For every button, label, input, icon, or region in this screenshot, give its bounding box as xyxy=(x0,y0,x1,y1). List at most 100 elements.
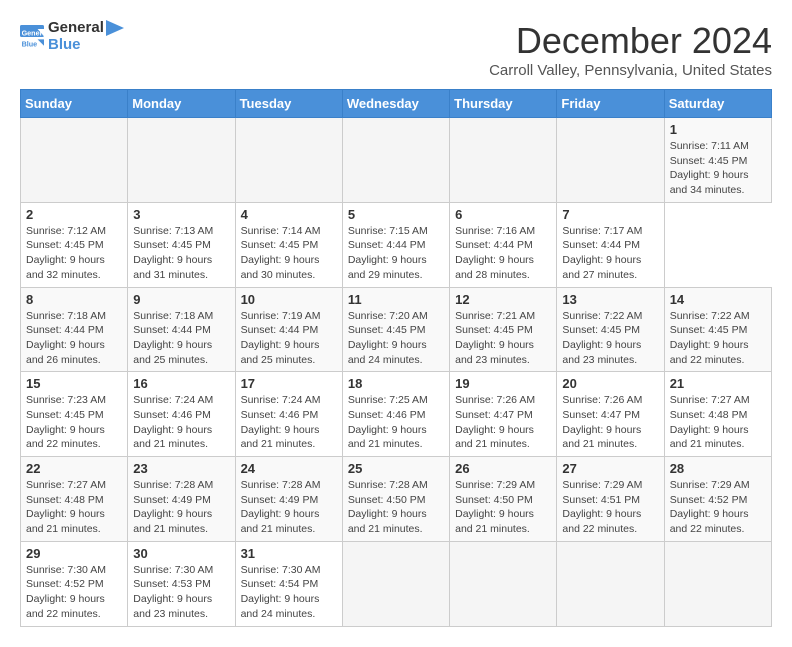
calendar-day-9: 9 Sunrise: 7:18 AMSunset: 4:44 PMDaylight… xyxy=(128,287,235,372)
calendar-day-13: 13 Sunrise: 7:22 AMSunset: 4:45 PMDayligh… xyxy=(557,287,664,372)
day-number: 26 xyxy=(455,461,551,476)
calendar-week-5: 22Sunrise: 7:27 AMSunset: 4:48 PMDayligh… xyxy=(21,457,772,542)
empty-cell xyxy=(128,118,235,203)
weekday-header-tuesday: Tuesday xyxy=(235,90,342,118)
day-number: 29 xyxy=(26,546,122,561)
empty-cell xyxy=(21,118,128,203)
month-title: December 2024 xyxy=(489,20,772,62)
day-detail: Sunrise: 7:17 AMSunset: 4:44 PMDaylight:… xyxy=(562,224,658,283)
calendar-day-27: 27Sunrise: 7:29 AMSunset: 4:51 PMDayligh… xyxy=(557,457,664,542)
day-number: 17 xyxy=(241,376,337,391)
day-number: 3 xyxy=(133,207,229,222)
calendar-day-2: 2Sunrise: 7:12 AMSunset: 4:45 PMDaylight… xyxy=(21,202,128,287)
day-number: 28 xyxy=(670,461,766,476)
day-detail: Sunrise: 7:22 AMSunset: 4:45 PMDaylight:… xyxy=(670,309,766,368)
day-number: 18 xyxy=(348,376,444,391)
day-detail: Sunrise: 7:29 AMSunset: 4:52 PMDaylight:… xyxy=(670,478,766,537)
svg-text:General: General xyxy=(22,28,44,37)
weekday-header-wednesday: Wednesday xyxy=(342,90,449,118)
day-detail: Sunrise: 7:21 AMSunset: 4:45 PMDaylight:… xyxy=(455,309,551,368)
calendar-day-3: 3 Sunrise: 7:13 AMSunset: 4:45 PMDaylight… xyxy=(128,202,235,287)
calendar-day-7: 7Sunrise: 7:17 AMSunset: 4:44 PMDaylight… xyxy=(557,202,664,287)
day-detail: Sunrise: 7:26 AMSunset: 4:47 PMDaylight:… xyxy=(455,393,551,452)
weekday-header-friday: Friday xyxy=(557,90,664,118)
day-number: 6 xyxy=(455,207,551,222)
day-detail: Sunrise: 7:18 AMSunset: 4:44 PMDaylight:… xyxy=(133,309,229,368)
calendar-day-28: 28 Sunrise: 7:29 AMSunset: 4:52 PMDayligh… xyxy=(664,457,771,542)
day-number: 10 xyxy=(241,292,337,307)
page-header: General Blue General Blue December 2024 … xyxy=(20,20,772,79)
day-detail: Sunrise: 7:29 AMSunset: 4:50 PMDaylight:… xyxy=(455,478,551,537)
day-detail: Sunrise: 7:15 AMSunset: 4:44 PMDaylight:… xyxy=(348,224,444,283)
logo-general-text: General xyxy=(48,19,104,36)
calendar-day-14: 14 Sunrise: 7:22 AMSunset: 4:45 PMDayligh… xyxy=(664,287,771,372)
day-number: 24 xyxy=(241,461,337,476)
day-detail: Sunrise: 7:28 AMSunset: 4:50 PMDaylight:… xyxy=(348,478,444,537)
calendar-day-11: 11 Sunrise: 7:20 AMSunset: 4:45 PMDayligh… xyxy=(342,287,449,372)
calendar-day-20: 20 Sunrise: 7:26 AMSunset: 4:47 PMDayligh… xyxy=(557,372,664,457)
calendar-day-21: 21Sunrise: 7:27 AMSunset: 4:48 PMDayligh… xyxy=(664,372,771,457)
calendar-week-2: 2Sunrise: 7:12 AMSunset: 4:45 PMDaylight… xyxy=(21,202,772,287)
calendar-day-22: 22Sunrise: 7:27 AMSunset: 4:48 PMDayligh… xyxy=(21,457,128,542)
day-detail: Sunrise: 7:14 AMSunset: 4:45 PMDaylight:… xyxy=(241,224,337,283)
calendar-day-1: 1 Sunrise: 7:11 AMSunset: 4:45 PMDaylight… xyxy=(664,118,771,203)
day-detail: Sunrise: 7:12 AMSunset: 4:45 PMDaylight:… xyxy=(26,224,122,283)
day-number: 23 xyxy=(133,461,229,476)
day-number: 20 xyxy=(562,376,658,391)
day-number: 8 xyxy=(26,292,122,307)
day-detail: Sunrise: 7:30 AMSunset: 4:53 PMDaylight:… xyxy=(133,563,229,622)
day-number: 5 xyxy=(348,207,444,222)
calendar-day-12: 12 Sunrise: 7:21 AMSunset: 4:45 PMDayligh… xyxy=(450,287,557,372)
calendar-day-10: 10 Sunrise: 7:19 AMSunset: 4:44 PMDayligh… xyxy=(235,287,342,372)
calendar-header: SundayMondayTuesdayWednesdayThursdayFrid… xyxy=(21,90,772,118)
day-number: 21 xyxy=(670,376,766,391)
calendar-day-5: 5 Sunrise: 7:15 AMSunset: 4:44 PMDaylight… xyxy=(342,202,449,287)
day-detail: Sunrise: 7:18 AMSunset: 4:44 PMDaylight:… xyxy=(26,309,122,368)
weekday-header-saturday: Saturday xyxy=(664,90,771,118)
day-detail: Sunrise: 7:22 AMSunset: 4:45 PMDaylight:… xyxy=(562,309,658,368)
day-detail: Sunrise: 7:24 AMSunset: 4:46 PMDaylight:… xyxy=(133,393,229,452)
day-detail: Sunrise: 7:20 AMSunset: 4:45 PMDaylight:… xyxy=(348,309,444,368)
day-number: 27 xyxy=(562,461,658,476)
day-number: 11 xyxy=(348,292,444,307)
weekday-header-thursday: Thursday xyxy=(450,90,557,118)
day-number: 15 xyxy=(26,376,122,391)
day-number: 30 xyxy=(133,546,229,561)
calendar-day-31: 31 Sunrise: 7:30 AMSunset: 4:54 PMDayligh… xyxy=(235,541,342,626)
day-number: 9 xyxy=(133,292,229,307)
day-number: 14 xyxy=(670,292,766,307)
day-number: 1 xyxy=(670,122,766,137)
day-detail: Sunrise: 7:30 AMSunset: 4:54 PMDaylight:… xyxy=(241,563,337,622)
calendar-day-18: 18 Sunrise: 7:25 AMSunset: 4:46 PMDayligh… xyxy=(342,372,449,457)
calendar-week-1: 1 Sunrise: 7:11 AMSunset: 4:45 PMDaylight… xyxy=(21,118,772,203)
calendar-body: 1 Sunrise: 7:11 AMSunset: 4:45 PMDaylight… xyxy=(21,118,772,627)
day-number: 13 xyxy=(562,292,658,307)
day-number: 12 xyxy=(455,292,551,307)
logo-blue-text: Blue xyxy=(48,37,126,54)
calendar-day-16: 16Sunrise: 7:24 AMSunset: 4:46 PMDayligh… xyxy=(128,372,235,457)
day-detail: Sunrise: 7:25 AMSunset: 4:46 PMDaylight:… xyxy=(348,393,444,452)
calendar-table: SundayMondayTuesdayWednesdayThursdayFrid… xyxy=(20,89,772,627)
weekday-header-row: SundayMondayTuesdayWednesdayThursdayFrid… xyxy=(21,90,772,118)
day-detail: Sunrise: 7:16 AMSunset: 4:44 PMDaylight:… xyxy=(455,224,551,283)
calendar-day-25: 25 Sunrise: 7:28 AMSunset: 4:50 PMDayligh… xyxy=(342,457,449,542)
day-number: 4 xyxy=(241,207,337,222)
day-number: 31 xyxy=(241,546,337,561)
logo-arrow-icon xyxy=(106,20,124,36)
logo: General Blue General Blue xyxy=(20,20,126,53)
calendar-day-15: 15Sunrise: 7:23 AMSunset: 4:45 PMDayligh… xyxy=(21,372,128,457)
location-title: Carroll Valley, Pennsylvania, United Sta… xyxy=(489,62,772,79)
day-detail: Sunrise: 7:11 AMSunset: 4:45 PMDaylight:… xyxy=(670,139,766,198)
day-detail: Sunrise: 7:26 AMSunset: 4:47 PMDaylight:… xyxy=(562,393,658,452)
empty-cell xyxy=(664,541,771,626)
empty-cell xyxy=(342,541,449,626)
empty-cell xyxy=(557,118,664,203)
calendar-day-4: 4 Sunrise: 7:14 AMSunset: 4:45 PMDaylight… xyxy=(235,202,342,287)
calendar-day-17: 17Sunrise: 7:24 AMSunset: 4:46 PMDayligh… xyxy=(235,372,342,457)
day-detail: Sunrise: 7:30 AMSunset: 4:52 PMDaylight:… xyxy=(26,563,122,622)
day-detail: Sunrise: 7:19 AMSunset: 4:44 PMDaylight:… xyxy=(241,309,337,368)
calendar-day-30: 30 Sunrise: 7:30 AMSunset: 4:53 PMDayligh… xyxy=(128,541,235,626)
day-number: 25 xyxy=(348,461,444,476)
day-detail: Sunrise: 7:13 AMSunset: 4:45 PMDaylight:… xyxy=(133,224,229,283)
calendar-day-19: 19Sunrise: 7:26 AMSunset: 4:47 PMDayligh… xyxy=(450,372,557,457)
